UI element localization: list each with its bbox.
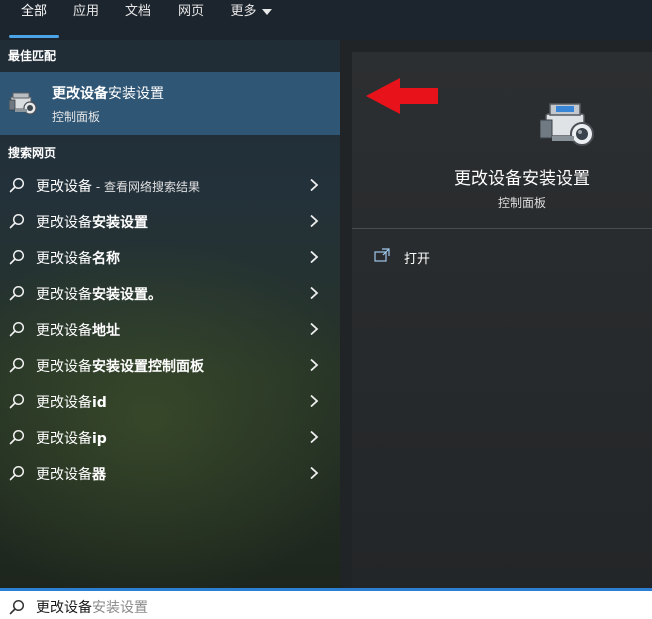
chevron-right-icon	[310, 322, 319, 336]
web-search-item-prefix: 更改设备	[36, 215, 92, 231]
web-search-item[interactable]: 更改设备地址	[0, 311, 340, 347]
tab-documents[interactable]: 文档	[118, 0, 158, 40]
tab-more-label: 更多	[230, 4, 257, 19]
web-search-heading: 搜索网页	[8, 146, 57, 160]
web-search-item-suffix: ip	[92, 431, 107, 447]
web-search-item-prefix: 更改设备	[36, 467, 92, 483]
search-icon	[9, 285, 25, 301]
search-icon	[9, 321, 25, 337]
search-suggestion-text: 安装设置	[92, 600, 148, 616]
web-search-item-prefix: 更改设备	[36, 431, 92, 447]
chevron-down-icon	[261, 8, 272, 15]
detail-card: 更改设备安装设置 控制面板 打开	[352, 52, 652, 588]
web-search-item-prefix: 更改设备	[36, 359, 92, 375]
web-search-item[interactable]: 更改设备id	[0, 383, 340, 419]
search-icon	[9, 249, 25, 265]
web-search-item[interactable]: 更改设备名称	[0, 239, 340, 275]
web-search-item[interactable]: 更改设备安装设置控制面板	[0, 347, 340, 383]
web-search-item-suffix: 地址	[92, 323, 120, 339]
web-search-item-label: 更改设备安装设置。	[36, 284, 162, 304]
web-search-item[interactable]: 更改设备 - 查看网络搜索结果	[0, 167, 340, 203]
chevron-right-icon	[310, 214, 319, 228]
detail-pane: 更改设备安装设置 控制面板 打开	[340, 40, 652, 588]
web-search-item-label: 更改设备安装设置控制面板	[36, 356, 204, 376]
best-match-result[interactable]: 更改设备安装设置 控制面板	[0, 72, 340, 135]
best-match-title: 更改设备安装设置	[52, 83, 164, 103]
chevron-right-icon	[310, 250, 319, 264]
web-search-item-suffix: id	[92, 395, 107, 411]
web-search-item-prefix: 更改设备	[36, 323, 92, 339]
web-search-item-suffix: 安装设置	[92, 215, 148, 231]
best-match-subtitle: 控制面板	[52, 110, 101, 124]
web-search-item-label: 更改设备ip	[36, 428, 107, 448]
web-search-item-suffix: 安装设置。	[92, 287, 162, 303]
search-icon	[9, 465, 25, 481]
tab-apps[interactable]: 应用	[66, 0, 106, 40]
tab-apps-label: 应用	[72, 4, 99, 19]
windows-search-panel: 全部 应用 文档 网页 更多 最佳匹配 更改设备安装设置 控制面板 搜索网页 更	[0, 0, 652, 619]
search-typed-text: 更改设备	[36, 600, 92, 616]
chevron-right-icon	[310, 178, 319, 192]
search-box[interactable]: 更改设备安装设置	[0, 588, 652, 619]
chevron-right-icon	[310, 466, 319, 480]
tab-all-label: 全部	[20, 4, 47, 19]
web-search-item-suffix: 名称	[92, 251, 120, 267]
best-match-title-rest: 安装设置	[108, 86, 164, 102]
web-search-item[interactable]: 更改设备ip	[0, 419, 340, 455]
detail-title: 更改设备安装设置	[454, 169, 590, 189]
search-input[interactable]: 更改设备安装设置	[36, 597, 148, 617]
web-search-item-label: 更改设备id	[36, 392, 107, 412]
search-icon	[9, 177, 25, 193]
device-installation-settings-icon	[9, 92, 37, 115]
chevron-right-icon	[310, 430, 319, 444]
tab-web[interactable]: 网页	[171, 0, 211, 40]
chevron-right-icon	[310, 358, 319, 372]
device-installation-settings-icon	[540, 103, 594, 146]
search-icon	[9, 599, 25, 615]
web-search-item-label: 更改设备安装设置	[36, 212, 148, 232]
filter-tabs: 全部 应用 文档 网页 更多	[0, 0, 652, 40]
search-icon	[9, 429, 25, 445]
detail-divider	[352, 228, 652, 229]
tab-documents-label: 文档	[124, 4, 151, 19]
best-match-title-bold: 更改设备	[52, 86, 108, 102]
web-search-item[interactable]: 更改设备安装设置	[0, 203, 340, 239]
web-search-item-suffix: 器	[92, 467, 106, 483]
web-search-item[interactable]: 更改设备安装设置。	[0, 275, 340, 311]
search-icon	[9, 393, 25, 409]
web-search-item-label: 更改设备地址	[36, 320, 120, 340]
open-label: 打开	[404, 252, 431, 267]
web-search-item-prefix: 更改设备	[36, 395, 92, 411]
search-icon	[9, 357, 25, 373]
chevron-right-icon	[310, 286, 319, 300]
web-search-item-label: 更改设备名称	[36, 248, 120, 268]
red-arrow-annotation	[366, 78, 438, 114]
tab-all[interactable]: 全部	[9, 0, 59, 40]
tab-web-label: 网页	[177, 4, 204, 19]
best-match-heading: 最佳匹配	[8, 49, 57, 63]
web-search-item-label: 更改设备器	[36, 464, 106, 484]
web-search-item[interactable]: 更改设备器	[0, 455, 340, 491]
chevron-right-icon	[310, 394, 319, 408]
web-search-item-label: 更改设备 - 查看网络搜索结果	[36, 176, 200, 196]
web-search-item-note: - 查看网络搜索结果	[92, 180, 200, 194]
web-search-item-prefix: 更改设备	[36, 179, 92, 195]
open-icon	[374, 248, 390, 262]
web-search-item-prefix: 更改设备	[36, 251, 92, 267]
detail-subtitle: 控制面板	[497, 196, 546, 210]
active-tab-indicator	[9, 35, 59, 38]
tab-more[interactable]: 更多	[223, 0, 279, 40]
web-search-item-prefix: 更改设备	[36, 287, 92, 303]
search-icon	[9, 213, 25, 229]
web-search-item-suffix: 安装设置控制面板	[92, 359, 204, 375]
